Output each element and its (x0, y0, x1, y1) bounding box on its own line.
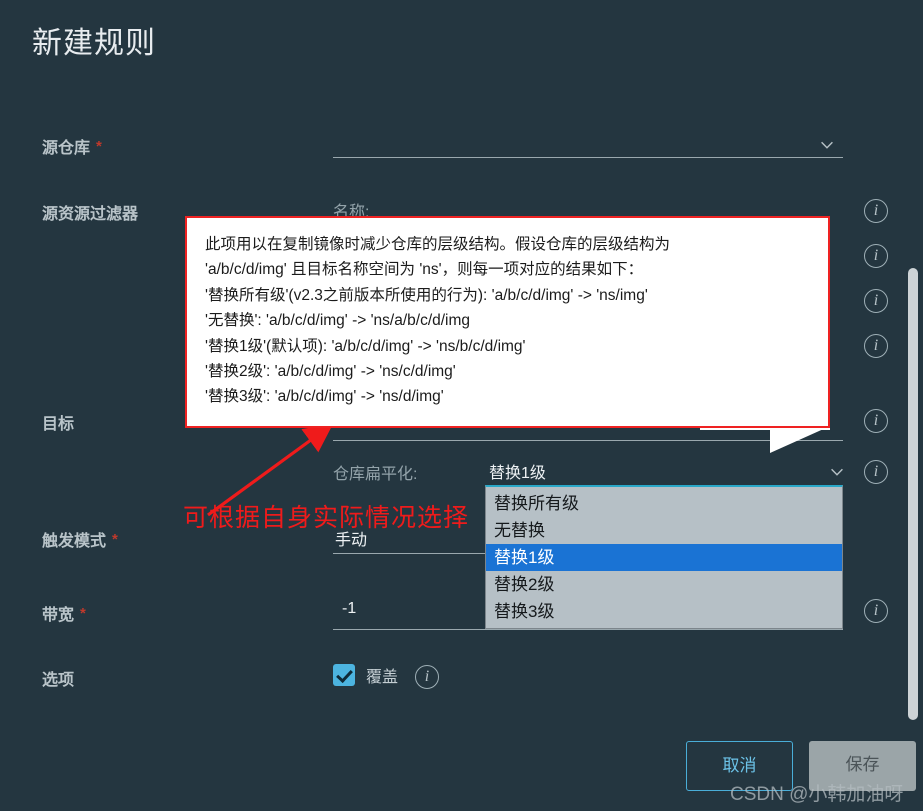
annotation-text: 可根据自身实际情况选择 (183, 505, 470, 532)
tooltip-line: 'a/b/c/d/img' 且目标名称空间为 'ns'，则每一项对应的结果如下： (205, 261, 644, 279)
new-rule-dialog: 新建规则 源仓库 * 源资源过滤器 名称: i i i i i i i 目标 仓库… (0, 0, 923, 811)
tooltip-line: 此项用以在复制镜像时减少仓库的层级结构。假设仓库的层级结构为 (205, 236, 671, 253)
label-source-registry: 源仓库 * (42, 138, 102, 157)
info-icon-override[interactable]: i (415, 665, 439, 689)
label-source-filter: 源资源过滤器 (42, 206, 139, 223)
tooltip-line: '替换所有级'(v2.3之前版本所使用的行为): 'a/b/c/d/img' -… (205, 286, 648, 304)
label-destination: 目标 (42, 416, 75, 433)
dropdown-option-selected[interactable]: 替换1级 (486, 544, 842, 571)
dropdown-option[interactable]: 替换所有级 (486, 490, 842, 517)
required-asterisk: * (96, 138, 102, 155)
chevron-down-icon-flatten[interactable] (828, 463, 846, 481)
info-icon-source-filter-resource[interactable]: i (864, 334, 888, 358)
chevron-down-icon[interactable] (818, 136, 836, 154)
override-checkbox-row[interactable]: 覆盖 (333, 663, 398, 687)
tooltip-line: '替换1级'(默认项): 'a/b/c/d/img' -> 'ns/b/c/d/… (205, 337, 526, 355)
info-icon-source-filter-name[interactable]: i (864, 199, 888, 223)
label-options: 选项 (42, 672, 75, 689)
destination-underline (333, 440, 843, 441)
tooltip-tail (770, 427, 828, 453)
info-icon-destination[interactable]: i (864, 409, 888, 433)
tooltip-line: '替换3级': 'a/b/c/d/img' -> 'ns/d/img' (205, 388, 444, 406)
override-checkbox[interactable] (333, 664, 355, 686)
dropdown-option[interactable]: 替换3级 (486, 598, 842, 625)
scrollbar-thumb[interactable] (908, 268, 918, 720)
tooltip-line: '替换2级': 'a/b/c/d/img' -> 'ns/c/d/img' (205, 363, 456, 381)
bandwidth-underline (333, 629, 843, 630)
info-icon-bandwidth[interactable]: i (864, 599, 888, 623)
tooltip-line: '无替换': 'a/b/c/d/img' -> 'ns/a/b/c/d/img (205, 312, 471, 330)
label-trigger-mode: 触发模式 * (42, 531, 118, 550)
required-asterisk: * (112, 531, 118, 548)
required-asterisk: * (80, 605, 86, 622)
watermark: CSDN @小韩加油呀 (730, 784, 904, 805)
dropdown-option[interactable]: 无替换 (486, 517, 842, 544)
sublabel-flatten: 仓库扁平化: (333, 466, 418, 483)
bandwidth-input[interactable]: -1 (342, 600, 356, 618)
source-registry-underline (333, 157, 843, 158)
flatten-selected-value[interactable]: 替换1级 (489, 459, 546, 483)
info-icon-flatten[interactable]: i (864, 460, 888, 484)
info-icon-source-filter-tag[interactable]: i (864, 244, 888, 268)
override-checkbox-label: 覆盖 (366, 669, 399, 686)
page-title: 新建规则 (32, 27, 156, 60)
flatten-dropdown-list[interactable]: 替换所有级 无替换 替换1级 替换2级 替换3级 (485, 485, 843, 629)
flatten-help-tooltip: 此项用以在复制镜像时减少仓库的层级结构。假设仓库的层级结构为 'a/b/c/d/… (185, 216, 830, 428)
dropdown-option[interactable]: 替换2级 (486, 571, 842, 598)
label-bandwidth: 带宽 * (42, 605, 86, 624)
info-icon-source-filter-label[interactable]: i (864, 289, 888, 313)
